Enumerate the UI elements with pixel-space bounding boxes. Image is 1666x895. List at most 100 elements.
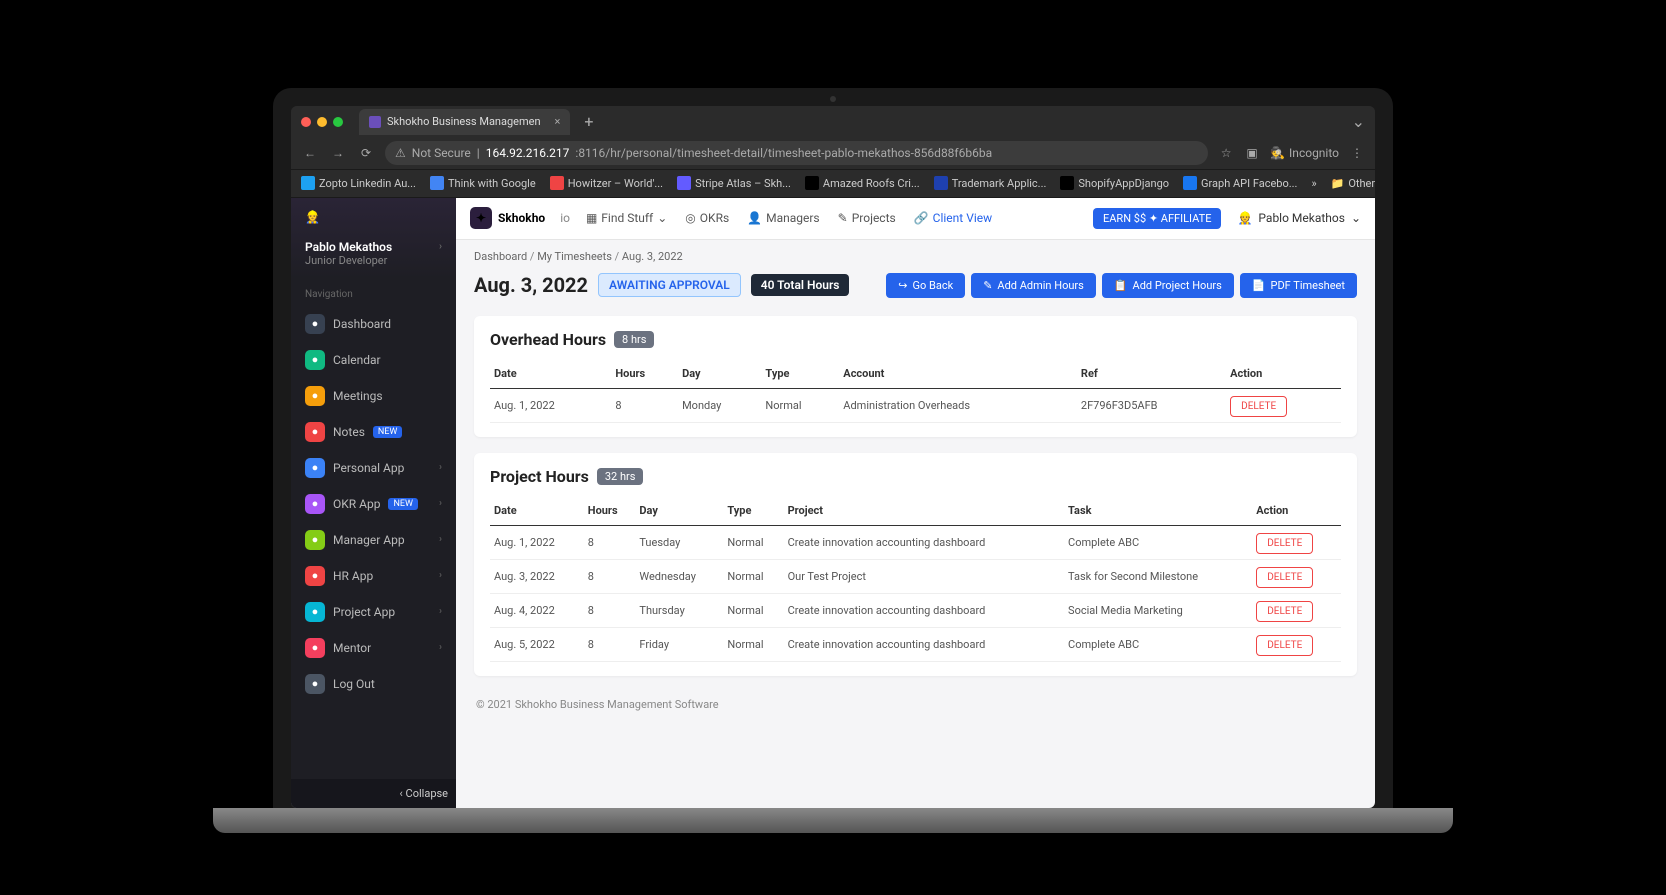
browser-forward-button[interactable]: → (329, 146, 347, 160)
topnav-icon: ✎ (838, 211, 848, 225)
bookmark-icon (677, 176, 691, 190)
other-bookmarks[interactable]: 📁 Other Bookmarks (1331, 177, 1375, 190)
delete-button[interactable]: DELETE (1256, 533, 1313, 554)
cell-hours: 8 (584, 525, 636, 559)
overhead-hours-card: Overhead Hours 8 hrs DateHoursDayTypeAcc… (474, 316, 1357, 437)
bookmark-item[interactable]: Stripe Atlas – Skh... (677, 176, 791, 190)
tab-close-icon[interactable]: × (555, 115, 561, 128)
sidebar-item-personal-app[interactable]: ● Personal App › (291, 450, 456, 486)
bookmark-item[interactable]: ShopifyAppDjango (1060, 176, 1169, 190)
sidebar-item-label: Project App (333, 605, 395, 619)
bookmark-icon (934, 176, 948, 190)
cell-account: Administration Overheads (839, 388, 1077, 422)
cell-hours: 8 (611, 388, 678, 422)
browser-menu-button[interactable]: ⋮ (1349, 145, 1365, 161)
bookmark-item[interactable]: Graph API Facebo... (1183, 176, 1297, 190)
cell-type: Normal (723, 559, 783, 593)
window-maximize[interactable] (333, 117, 343, 127)
sidebar-item-hr-app[interactable]: ● HR App › (291, 558, 456, 594)
overhead-table: DateHoursDayTypeAccountRefAction Aug. 1,… (490, 359, 1341, 423)
sidebar-item-calendar[interactable]: ● Calendar (291, 342, 456, 378)
affiliate-button[interactable]: EARN $$ ✦ AFFILIATE (1093, 208, 1221, 229)
browser-back-button[interactable]: ← (301, 146, 319, 160)
cell-task: Complete ABC (1064, 525, 1252, 559)
tabs-chevron-icon[interactable]: ⌄ (1352, 112, 1365, 131)
window-minimize[interactable] (317, 117, 327, 127)
topnav-okrs[interactable]: ◎OKRs (685, 211, 729, 225)
sidebar-item-manager-app[interactable]: ● Manager App › (291, 522, 456, 558)
delete-button[interactable]: DELETE (1256, 635, 1313, 656)
nav-icon: ● (305, 602, 325, 622)
avatar: 👷 (305, 210, 329, 234)
extension-icon[interactable]: ▣ (1244, 145, 1260, 161)
project-badge: 32 hrs (597, 468, 644, 485)
chevron-right-icon: › (439, 498, 442, 509)
sidebar-item-project-app[interactable]: ● Project App › (291, 594, 456, 630)
logo[interactable]: ✦ Skhokho io (470, 207, 570, 229)
user-menu[interactable]: 👷 Pablo Mekathos ⌄ (1237, 211, 1361, 225)
chevron-right-icon: › (439, 241, 442, 252)
bookmark-icon (805, 176, 819, 190)
sidebar-username[interactable]: Pablo Mekathos › (305, 240, 442, 254)
sidebar-item-notes[interactable]: ● Notes NEW (291, 414, 456, 450)
column-header: Type (761, 359, 839, 389)
new-badge: NEW (388, 498, 418, 510)
address-input[interactable]: ⚠ Not Secure | 164.92.216.217:8116/hr/pe… (385, 141, 1208, 165)
bookmark-item[interactable]: Howitzer – World'... (550, 176, 663, 190)
topnav-managers[interactable]: 👤Managers (747, 211, 819, 225)
project-title: Project Hours (490, 467, 589, 486)
window-close[interactable] (301, 117, 311, 127)
column-header: Project (784, 496, 1064, 526)
logo-icon: ✦ (470, 207, 492, 229)
sidebar-item-label: Manager App (333, 533, 405, 547)
cell-date: Aug. 1, 2022 (490, 525, 584, 559)
pdf-timesheet-button[interactable]: 📄PDF Timesheet (1240, 273, 1357, 298)
sidebar: 👷 Pablo Mekathos › Junior Developer Navi… (291, 198, 456, 808)
camera-dot (830, 96, 836, 102)
cell-hours: 8 (584, 593, 636, 627)
delete-button[interactable]: DELETE (1256, 567, 1313, 588)
add-admin-hours-button[interactable]: ✎Add Admin Hours (971, 273, 1096, 298)
topnav-icon: ◎ (685, 211, 695, 225)
topnav-projects[interactable]: ✎Projects (838, 211, 896, 225)
sidebar-item-log-out[interactable]: ● Log Out (291, 666, 456, 702)
incognito-indicator[interactable]: 🕵 Incognito (1270, 146, 1339, 160)
delete-button[interactable]: DELETE (1256, 601, 1313, 622)
new-tab-button[interactable]: + (584, 112, 593, 131)
sidebar-item-meetings[interactable]: ● Meetings (291, 378, 456, 414)
sidebar-item-mentor[interactable]: ● Mentor › (291, 630, 456, 666)
column-header: Action (1226, 359, 1341, 389)
go-back-button[interactable]: ↪Go Back (886, 273, 965, 298)
browser-address-bar: ← → ⟳ ⚠ Not Secure | 164.92.216.217:8116… (291, 138, 1375, 170)
collapse-button[interactable]: ‹ Collapse (291, 779, 456, 808)
sidebar-item-okr-app[interactable]: ● OKR App NEW › (291, 486, 456, 522)
sidebar-role: Junior Developer (305, 254, 442, 267)
sidebar-item-label: Personal App (333, 461, 404, 475)
bookmark-item[interactable]: Think with Google (430, 176, 536, 190)
breadcrumb-item[interactable]: My Timesheets (537, 250, 612, 263)
breadcrumb-item[interactable]: Dashboard (474, 250, 527, 263)
browser-reload-button[interactable]: ⟳ (357, 146, 375, 160)
star-icon[interactable]: ☆ (1218, 145, 1234, 161)
browser-tab[interactable]: Skhokho Business Managemen × (359, 109, 570, 135)
sidebar-item-dashboard[interactable]: ● Dashboard (291, 306, 456, 342)
bookmarks-overflow[interactable]: » (1311, 177, 1316, 190)
add-project-hours-button[interactable]: 📋Add Project Hours (1102, 273, 1234, 298)
bookmark-item[interactable]: Zopto Linkedin Au... (301, 176, 416, 190)
topnav-client-view[interactable]: 🔗Client View (914, 211, 992, 225)
footer-text: © 2021 Skhokho Business Management Softw… (456, 684, 1375, 725)
bookmark-item[interactable]: Amazed Roofs Cri... (805, 176, 920, 190)
bookmark-item[interactable]: Trademark Applic... (934, 176, 1047, 190)
nav-icon: ● (305, 494, 325, 514)
nav-icon: ● (305, 422, 325, 442)
delete-button[interactable]: DELETE (1230, 396, 1287, 417)
cell-project: Create innovation accounting dashboard (784, 627, 1064, 661)
topnav-find-stuff[interactable]: ▦Find Stuff ⌄ (586, 211, 667, 225)
nav-icon: ● (305, 530, 325, 550)
topnav-icon: ▦ (586, 211, 597, 225)
breadcrumb-item: Aug. 3, 2022 (622, 250, 683, 263)
chevron-right-icon: › (439, 642, 442, 653)
column-header: Type (723, 496, 783, 526)
button-icon: ✎ (983, 279, 992, 292)
column-header: Task (1064, 496, 1252, 526)
